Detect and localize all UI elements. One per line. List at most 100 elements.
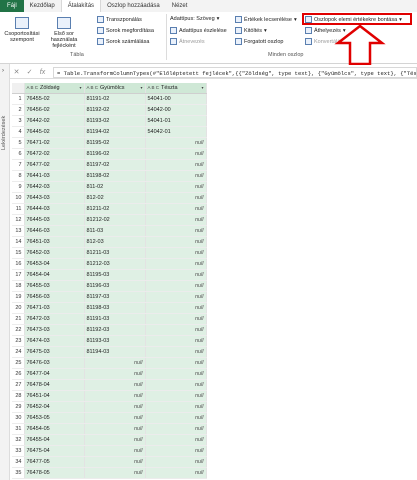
table-cell[interactable]: 81192-02 bbox=[84, 104, 146, 116]
table-cell[interactable]: null bbox=[145, 181, 207, 193]
table-cell[interactable]: null bbox=[145, 324, 207, 336]
table-cell[interactable]: 81196-02 bbox=[84, 148, 146, 160]
table-cell[interactable]: 76478-05 bbox=[24, 467, 85, 479]
table-cell[interactable]: 76456-02 bbox=[24, 104, 85, 116]
table-cell[interactable]: null bbox=[145, 368, 207, 380]
table-cell[interactable]: 76471-02 bbox=[24, 137, 85, 149]
table-cell[interactable]: 811-03 bbox=[84, 225, 146, 237]
table-cell[interactable]: 81191-03 bbox=[84, 313, 146, 325]
replace-values-button[interactable]: Értékek lecserélése ▾ bbox=[235, 16, 297, 23]
fill-button[interactable]: Kitöltés ▾ bbox=[235, 27, 267, 34]
table-cell[interactable]: 76441-03 bbox=[24, 170, 85, 182]
table-cell[interactable]: 81211-03 bbox=[84, 247, 146, 259]
table-cell[interactable]: 81211-02 bbox=[84, 203, 146, 215]
table-cell[interactable]: 76452-04 bbox=[24, 401, 85, 413]
table-row[interactable]: 27 76478-04 null null bbox=[12, 379, 207, 391]
transpose-button[interactable]: Transzponálás bbox=[97, 16, 142, 23]
table-cell[interactable]: 76478-04 bbox=[24, 379, 85, 391]
table-cell[interactable]: 76473-03 bbox=[24, 324, 85, 336]
table-cell[interactable]: 81194-02 bbox=[84, 126, 146, 138]
table-cell[interactable]: null bbox=[84, 445, 146, 457]
filter-dropdown-icon[interactable]: ▾ bbox=[79, 85, 81, 90]
table-cell[interactable]: null bbox=[145, 258, 207, 270]
grid-corner[interactable] bbox=[12, 83, 25, 94]
table-cell[interactable]: 81195-02 bbox=[84, 137, 146, 149]
fx-icon[interactable]: fx bbox=[36, 69, 49, 76]
table-cell[interactable]: 76477-05 bbox=[24, 456, 85, 468]
table-cell[interactable]: null bbox=[84, 357, 146, 369]
table-row[interactable]: 29 76452-04 null null bbox=[12, 401, 207, 413]
table-row[interactable]: 12 76445-03 81212-02 null bbox=[12, 214, 207, 226]
table-cell[interactable]: null bbox=[84, 401, 146, 413]
table-cell[interactable]: 76453-04 bbox=[24, 258, 85, 270]
table-cell[interactable]: 76477-04 bbox=[24, 368, 85, 380]
table-cell[interactable]: null bbox=[145, 390, 207, 402]
table-cell[interactable]: 81197-02 bbox=[84, 159, 146, 171]
table-cell[interactable]: null bbox=[145, 401, 207, 413]
table-row[interactable]: 2 76456-02 81192-02 54042-00 bbox=[12, 104, 207, 116]
table-cell[interactable]: 76446-03 bbox=[24, 225, 85, 237]
table-cell[interactable]: 812-02 bbox=[84, 192, 146, 204]
table-cell[interactable]: 81192-03 bbox=[84, 324, 146, 336]
table-cell[interactable]: null bbox=[145, 302, 207, 314]
table-cell[interactable]: 76455-02 bbox=[24, 93, 85, 105]
table-row[interactable]: 9 76442-03 811-02 null bbox=[12, 181, 207, 193]
table-row[interactable]: 5 76471-02 81195-02 null bbox=[12, 137, 207, 149]
table-row[interactable]: 30 76453-05 null null bbox=[12, 412, 207, 424]
table-cell[interactable]: 811-02 bbox=[84, 181, 146, 193]
table-cell[interactable]: null bbox=[145, 445, 207, 457]
table-row[interactable]: 18 76455-03 81196-03 null bbox=[12, 280, 207, 292]
rename-button[interactable]: Átnevezés bbox=[170, 38, 205, 45]
table-cell[interactable]: 76455-04 bbox=[24, 434, 85, 446]
table-cell[interactable]: null bbox=[84, 368, 146, 380]
table-cell[interactable]: 76454-04 bbox=[24, 269, 85, 281]
table-cell[interactable]: null bbox=[145, 137, 207, 149]
table-cell[interactable]: 76442-03 bbox=[24, 181, 85, 193]
table-cell[interactable]: 76477-02 bbox=[24, 159, 85, 171]
table-cell[interactable]: 76456-03 bbox=[24, 291, 85, 303]
pivot-button[interactable]: Forgatott oszlop bbox=[235, 38, 283, 45]
table-cell[interactable]: null bbox=[145, 159, 207, 171]
table-cell[interactable]: 54042-00 bbox=[145, 104, 207, 116]
table-cell[interactable]: null bbox=[145, 247, 207, 259]
table-cell[interactable]: null bbox=[145, 346, 207, 358]
table-cell[interactable]: 81212-02 bbox=[84, 214, 146, 226]
table-cell[interactable]: 76455-03 bbox=[24, 280, 85, 292]
table-cell[interactable]: 54041-00 bbox=[145, 93, 207, 105]
table-cell[interactable]: 76472-02 bbox=[24, 148, 85, 160]
table-cell[interactable]: 54042-01 bbox=[145, 126, 207, 138]
column-header-teszta[interactable]: A B C Tészta ▾ bbox=[145, 83, 207, 94]
column-header-zoldseg[interactable]: A B C Zöldség ▾ bbox=[24, 83, 85, 94]
table-cell[interactable]: 81193-02 bbox=[84, 115, 146, 127]
tab-view[interactable]: Nézet bbox=[166, 0, 194, 12]
table-row[interactable]: 32 76455-04 null null bbox=[12, 434, 207, 446]
table-cell[interactable]: null bbox=[145, 313, 207, 325]
table-cell[interactable]: null bbox=[84, 423, 146, 435]
table-cell[interactable]: 81212-03 bbox=[84, 258, 146, 270]
table-cell[interactable]: 76445-03 bbox=[24, 214, 85, 226]
table-cell[interactable]: 81191-02 bbox=[84, 93, 146, 105]
table-row[interactable]: 17 76454-04 81195-03 null bbox=[12, 269, 207, 281]
table-cell[interactable]: 81198-02 bbox=[84, 170, 146, 182]
table-cell[interactable]: null bbox=[145, 214, 207, 226]
table-cell[interactable]: 81193-03 bbox=[84, 335, 146, 347]
group-by-button[interactable]: Csoportosítási szempont bbox=[3, 17, 41, 43]
table-row[interactable]: 28 76451-04 null null bbox=[12, 390, 207, 402]
table-row[interactable]: 11 76444-03 81211-02 null bbox=[12, 203, 207, 215]
table-row[interactable]: 14 76451-03 812-03 null bbox=[12, 236, 207, 248]
table-cell[interactable]: 76453-05 bbox=[24, 412, 85, 424]
table-row[interactable]: 33 76475-04 null null bbox=[12, 445, 207, 457]
table-cell[interactable]: 76452-03 bbox=[24, 247, 85, 259]
table-cell[interactable]: 76442-02 bbox=[24, 115, 85, 127]
table-cell[interactable]: 81197-03 bbox=[84, 291, 146, 303]
table-cell[interactable]: null bbox=[145, 423, 207, 435]
tab-add-column[interactable]: Oszlop hozzáadása bbox=[101, 0, 166, 12]
table-cell[interactable]: null bbox=[145, 412, 207, 424]
table-cell[interactable]: null bbox=[145, 170, 207, 182]
table-cell[interactable]: 76475-03 bbox=[24, 346, 85, 358]
tab-file[interactable]: Fájl bbox=[0, 0, 24, 12]
table-row[interactable]: 31 76454-05 null null bbox=[12, 423, 207, 435]
tab-home[interactable]: Kezdőlap bbox=[24, 0, 61, 12]
table-row[interactable]: 19 76456-03 81197-03 null bbox=[12, 291, 207, 303]
table-cell[interactable]: null bbox=[145, 335, 207, 347]
